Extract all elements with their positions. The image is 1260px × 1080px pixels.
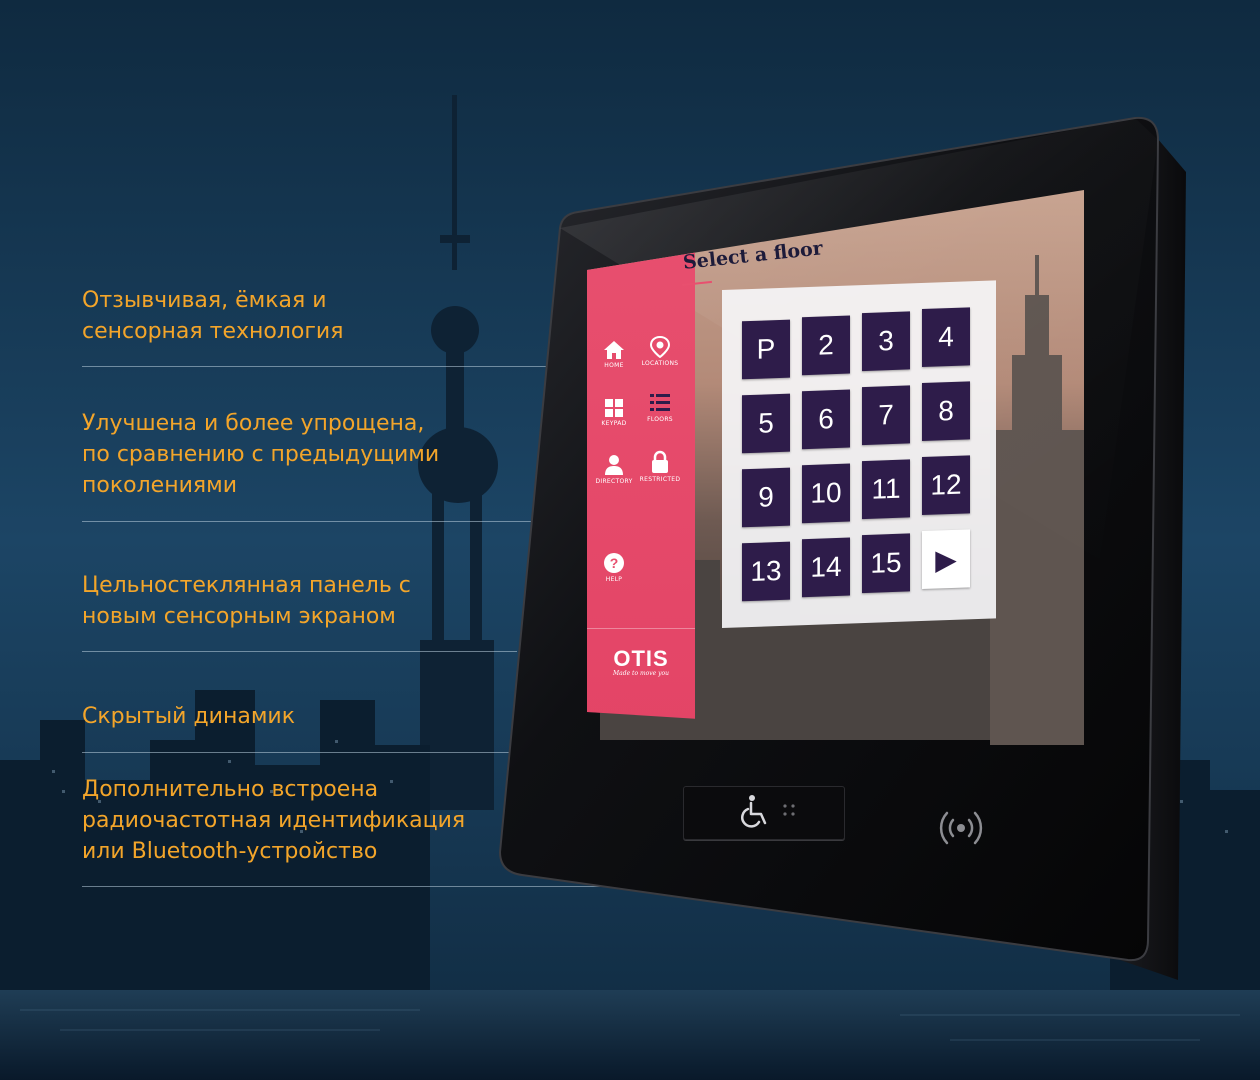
floor-key[interactable]: 2 — [802, 315, 850, 376]
floor-key[interactable]: 13 — [742, 541, 790, 602]
floor-key[interactable]: 14 — [802, 537, 850, 598]
lock-icon — [652, 450, 668, 473]
braille-dots-icon — [783, 804, 795, 816]
floor-key[interactable]: 6 — [802, 389, 850, 450]
touchscreen: HOME LOCATIONS KEYPAD FLOORS DIRECTORY R… — [587, 190, 1084, 743]
floor-key[interactable]: P — [742, 319, 790, 380]
nav-label: FLOORS — [647, 416, 673, 423]
nav-locations[interactable]: LOCATIONS — [633, 336, 687, 367]
keypad-grid-icon — [605, 399, 623, 417]
svg-text:?: ? — [610, 555, 619, 571]
floor-key[interactable]: 15 — [862, 533, 910, 594]
nav-label: LOCATIONS — [641, 360, 679, 367]
floor-key[interactable]: 5 — [742, 393, 790, 454]
person-icon — [605, 455, 623, 475]
floor-key[interactable]: 10 — [802, 463, 850, 524]
nav-restricted[interactable]: RESTRICTED — [633, 450, 687, 483]
floor-key[interactable]: 12 — [922, 455, 970, 516]
sidebar: HOME LOCATIONS KEYPAD FLOORS DIRECTORY R… — [587, 190, 695, 743]
floor-key[interactable]: 7 — [862, 385, 910, 446]
wheelchair-icon — [741, 795, 767, 828]
next-page-button[interactable]: ▶ — [922, 529, 970, 590]
question-icon: ? — [604, 553, 624, 573]
location-pin-icon — [649, 336, 671, 358]
floor-key[interactable]: 4 — [922, 307, 970, 368]
floor-key[interactable]: 8 — [922, 381, 970, 442]
floor-key[interactable]: 9 — [742, 467, 790, 528]
nav-label: HELP — [605, 576, 623, 583]
floor-keypad: P 2 3 4 5 6 7 8 9 10 11 12 13 14 15 ▶ — [722, 280, 996, 628]
nav-floors[interactable]: FLOORS — [633, 392, 687, 423]
floor-key[interactable]: 3 — [862, 311, 910, 372]
floor-list-icon — [650, 394, 670, 411]
sidebar-divider — [587, 628, 695, 629]
brand-tagline: Made to move you — [613, 670, 669, 677]
brand-name: OTIS — [613, 646, 669, 671]
brand-logo: OTIS Made to move you — [587, 646, 695, 677]
floor-key[interactable]: 11 — [862, 459, 910, 520]
accessibility-button[interactable] — [683, 786, 845, 840]
nav-help[interactable]: ? HELP — [587, 552, 641, 583]
nav-label: RESTRICTED — [639, 476, 681, 483]
home-icon — [604, 341, 624, 359]
